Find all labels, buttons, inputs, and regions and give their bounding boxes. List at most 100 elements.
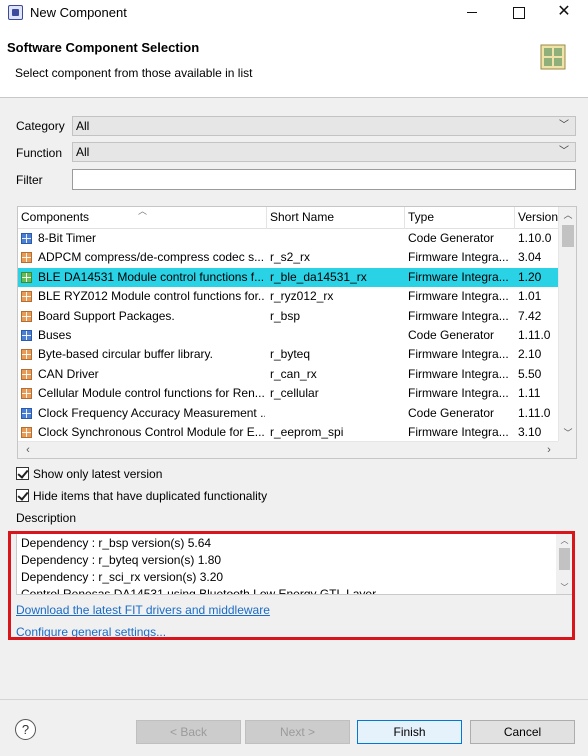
sort-ascending-icon: ︿: [138, 206, 148, 216]
type-cell: Firmware Integra...: [408, 250, 509, 265]
component-name-cell: BLE DA14531 Module control functions f..…: [38, 269, 265, 284]
table-header: Components ︿ Short Name Type Version: [18, 207, 559, 229]
description-box[interactable]: Dependency : r_bsp version(s) 5.64 Depen…: [16, 533, 574, 595]
version-cell: 1.10.0: [518, 231, 552, 245]
scroll-up-icon[interactable]: ︿: [559, 207, 576, 223]
type-cell: Firmware Integra...: [408, 366, 509, 381]
column-header-type[interactable]: Type: [405, 207, 515, 229]
component-name-cell: Clock Synchronous Control Module for E..…: [38, 425, 265, 439]
scroll-up-icon[interactable]: ︿: [556, 534, 573, 547]
chevron-down-icon: ﹀: [559, 146, 569, 157]
cancel-button[interactable]: Cancel: [470, 720, 575, 744]
show-latest-checkbox[interactable]: [16, 467, 29, 480]
short-name-cell: r_s2_rx: [270, 250, 311, 265]
category-value: All: [76, 119, 90, 133]
close-icon[interactable]: ✕: [541, 0, 587, 26]
table-row[interactable]: Clock Synchronous Control Module for E..…: [18, 423, 559, 441]
component-name-cell: 8-Bit Timer: [38, 231, 97, 245]
component-name-cell: Byte-based circular buffer library.: [38, 347, 213, 362]
component-name-cell: CAN Driver: [38, 366, 99, 381]
column-header-components[interactable]: Components ︿: [18, 207, 267, 229]
filter-label: Filter: [16, 173, 43, 187]
back-button[interactable]: < Back: [136, 720, 241, 744]
category-label: Category: [16, 119, 65, 133]
table-row[interactable]: BLE DA14531 Module control functions f..…: [18, 267, 559, 288]
description-scrollbar[interactable]: ︿ ﹀: [556, 534, 573, 594]
description-line: Dependency : r_byteq version(s) 1.80: [21, 553, 222, 567]
short-name-cell: r_eeprom_spi: [270, 425, 344, 439]
table-row[interactable]: 8-Bit Timer Code Generator 1.10.0: [18, 229, 559, 248]
category-select[interactable]: All ﹀: [72, 116, 576, 136]
table-row[interactable]: Byte-based circular buffer library. r_byt…: [18, 345, 559, 364]
description-line: Control Renesas DA14531 using Bluetooth …: [21, 587, 377, 595]
components-table[interactable]: Components ︿ Short Name Type Version 8-B…: [17, 206, 577, 459]
help-icon[interactable]: ?: [15, 719, 36, 740]
finish-button[interactable]: Finish: [357, 720, 462, 744]
table-row[interactable]: ADPCM compress/de-compress codec s... r_s…: [18, 248, 559, 267]
short-name-cell: [270, 404, 404, 423]
version-cell: 1.01: [518, 289, 542, 304]
scroll-down-icon[interactable]: ﹀: [556, 581, 573, 594]
table-row[interactable]: Board Support Packages. r_bsp Firmware Int…: [18, 307, 559, 326]
version-cell: 2.10: [518, 347, 542, 362]
filter-input[interactable]: [72, 169, 576, 190]
scroll-right-icon[interactable]: ›: [541, 442, 557, 458]
table-body: 8-Bit Timer Code Generator 1.10.0 ADPCM com…: [18, 229, 559, 441]
app-icon: [8, 5, 23, 20]
version-cell: 1.11.0: [518, 328, 551, 342]
function-label: Function: [16, 146, 63, 160]
description-line: Dependency : r_bsp version(s) 5.64: [21, 536, 212, 550]
column-header-short-name[interactable]: Short Name: [267, 207, 405, 229]
description-label: Description: [16, 511, 77, 525]
scroll-down-icon[interactable]: ﹀: [559, 425, 576, 441]
component-icon: [540, 44, 566, 70]
footer-divider: [0, 699, 588, 700]
type-cell: Code Generator: [408, 231, 495, 245]
table-horizontal-scrollbar[interactable]: ‹ ›: [18, 441, 559, 458]
function-select[interactable]: All ﹀: [72, 142, 576, 162]
window-title: New Component: [30, 5, 127, 20]
maximize-icon[interactable]: [495, 0, 541, 26]
type-cell: Firmware Integra...: [408, 347, 509, 362]
type-cell: Firmware Integra...: [408, 269, 509, 284]
short-name-cell: [270, 229, 404, 248]
configure-settings-link[interactable]: Configure general settings...: [16, 625, 166, 639]
component-name-cell: BLE RYZ012 Module control functions for.…: [38, 289, 265, 304]
hide-duplicates-checkbox[interactable]: [16, 489, 29, 502]
column-header-version[interactable]: Version: [515, 207, 559, 229]
short-name-cell: r_ble_da14531_rx: [270, 269, 367, 284]
short-name-cell: r_bsp: [270, 308, 301, 323]
short-name-cell: r_byteq: [270, 347, 311, 362]
short-name-cell: r_ryz012_rx: [270, 289, 334, 304]
scroll-thumb[interactable]: [562, 225, 574, 247]
short-name-cell: r_can_rx: [270, 366, 317, 381]
component-name-cell: Cellular Module control functions for Re…: [38, 386, 265, 401]
table-row[interactable]: Cellular Module control functions for Re…: [18, 384, 559, 403]
table-row[interactable]: BLE RYZ012 Module control functions for.…: [18, 287, 559, 306]
show-latest-label[interactable]: Show only latest version: [33, 467, 162, 481]
version-cell: 5.50: [518, 366, 542, 381]
type-cell: Code Generator: [408, 405, 495, 420]
function-value: All: [76, 145, 90, 159]
version-cell: 1.11.0: [518, 405, 551, 420]
next-button[interactable]: Next >: [245, 720, 350, 744]
page-description: Select component from those available in…: [15, 66, 253, 80]
component-name-cell: Board Support Packages.: [38, 308, 175, 323]
type-cell: Firmware Integra...: [408, 289, 509, 304]
table-row[interactable]: CAN Driver r_can_rx Firmware Integra... 5.5…: [18, 365, 559, 384]
component-name-cell: Buses: [38, 328, 72, 342]
scroll-left-icon[interactable]: ‹: [20, 442, 36, 458]
hide-duplicates-label[interactable]: Hide items that have duplicated function…: [33, 489, 267, 503]
type-cell: Firmware Integra...: [408, 308, 509, 323]
table-row[interactable]: Buses Code Generator 1.11.0: [18, 326, 559, 345]
minimize-icon[interactable]: [449, 0, 495, 26]
download-drivers-link[interactable]: Download the latest FIT drivers and midd…: [16, 603, 270, 617]
short-name-cell: r_cellular: [270, 386, 319, 401]
type-cell: Firmware Integra...: [408, 425, 509, 439]
scroll-thumb[interactable]: [559, 548, 570, 570]
title-bar: New Component ✕: [0, 0, 588, 26]
table-vertical-scrollbar[interactable]: ︿ ﹀: [558, 207, 576, 441]
type-cell: Firmware Integra...: [408, 386, 509, 401]
type-cell: Code Generator: [408, 328, 495, 342]
table-row[interactable]: Clock Frequency Accuracy Measurement ...…: [18, 404, 559, 423]
